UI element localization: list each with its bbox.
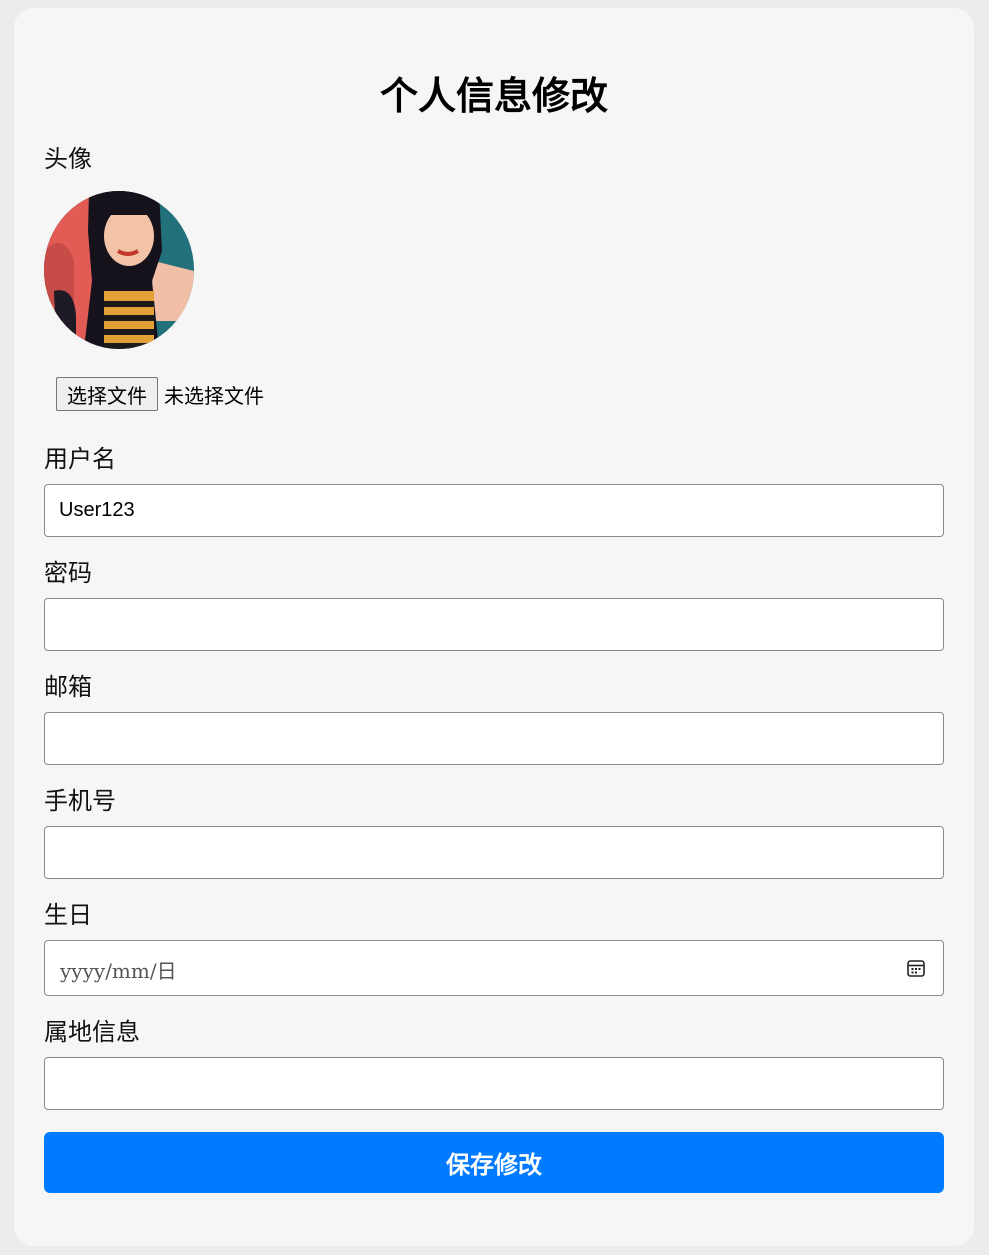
location-input[interactable] xyxy=(44,1057,944,1110)
choose-file-button[interactable]: 选择文件 xyxy=(56,377,158,411)
password-label: 密码 xyxy=(44,560,92,587)
password-input[interactable] xyxy=(44,598,944,651)
save-button[interactable]: 保存修改 xyxy=(44,1132,944,1193)
file-upload: 选择文件 未选择文件 xyxy=(56,377,264,411)
location-label: 属地信息 xyxy=(44,1019,140,1046)
avatar-image xyxy=(44,191,194,349)
birthday-input[interactable]: yyyy/mm/日 xyxy=(44,940,944,996)
username-label: 用户名 xyxy=(44,446,116,473)
calendar-icon[interactable] xyxy=(906,958,926,978)
phone-input[interactable] xyxy=(44,826,944,879)
profile-card: 个人信息修改 头像 选择文件 未选择文件 用户名 密码 邮箱 手机号 生日 xyxy=(14,8,974,1246)
username-input[interactable] xyxy=(44,484,944,537)
email-input[interactable] xyxy=(44,712,944,765)
birthday-label: 生日 xyxy=(44,902,92,929)
avatar-label: 头像 xyxy=(44,146,92,173)
birthday-placeholder: yyyy/mm/日 xyxy=(60,959,177,983)
file-status-text: 未选择文件 xyxy=(164,385,264,408)
email-label: 邮箱 xyxy=(44,674,92,701)
page-title: 个人信息修改 xyxy=(379,76,608,118)
phone-label: 手机号 xyxy=(44,788,116,815)
